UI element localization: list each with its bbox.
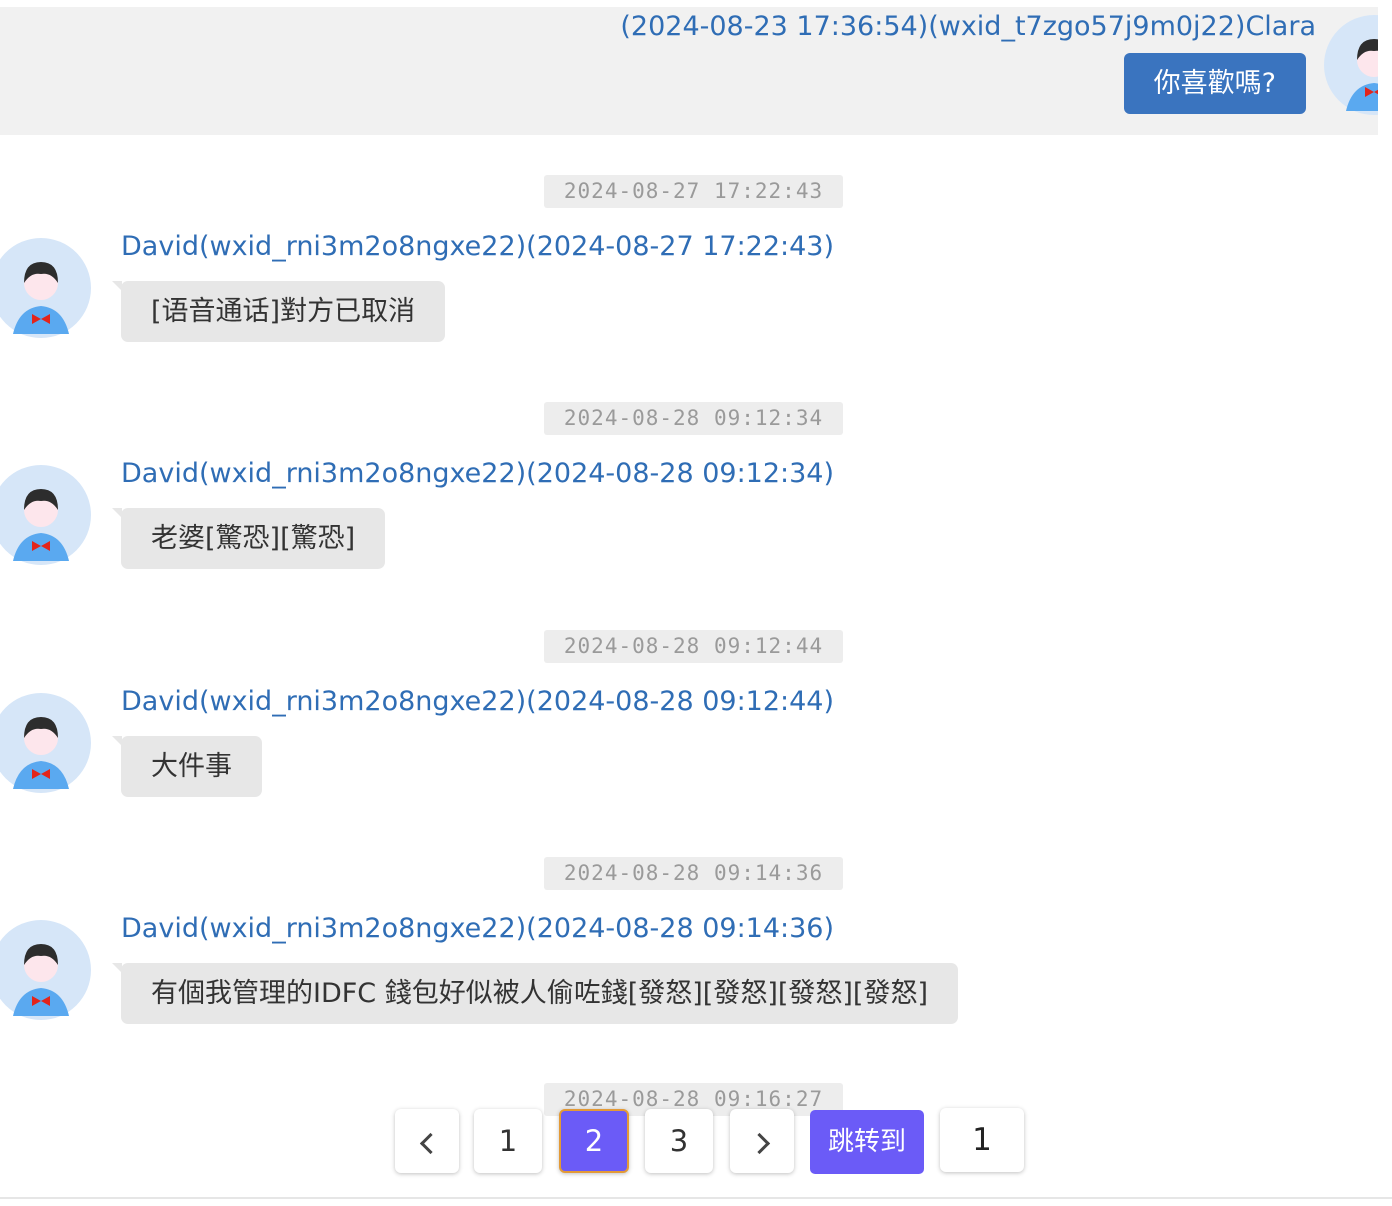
user-avatar-icon [0,238,91,338]
message-bubble: 大件事 [112,736,262,797]
self-message-bubble: 你喜歡嗎? [1123,53,1306,114]
user-avatar-icon [0,920,91,1020]
message-sender: David(wxid_rni3m2o8ngxe22)(2024-08-28 09… [121,686,835,717]
message-sender: David(wxid_rni3m2o8ngxe22)(2024-08-28 09… [121,913,835,944]
user-avatar-icon [1324,15,1378,115]
page-button-2-active[interactable]: 2 [559,1109,629,1173]
prev-page-button[interactable] [395,1109,459,1173]
user-avatar-icon [0,465,91,565]
divider [0,1197,1392,1199]
message-timestamp: 2024-08-27 17:22:43 [544,175,843,208]
message-bubble: 老婆[驚恐][驚恐] [111,508,386,569]
next-page-button[interactable] [730,1109,794,1173]
jump-page-input[interactable]: 1 [940,1108,1024,1172]
message-sender: David(wxid_rni3m2o8ngxe22)(2024-08-27 17… [121,231,835,262]
page-button-1[interactable]: 1 [474,1109,542,1173]
page-button-3[interactable]: 3 [645,1109,713,1173]
chevron-right-icon [748,1132,770,1155]
message-bubble: [语音通话]對方已取消 [111,281,446,342]
message-sender: David(wxid_rni3m2o8ngxe22)(2024-08-28 09… [121,458,835,489]
chevron-left-icon [419,1132,441,1155]
jump-to-page-button[interactable]: 跳转到 [810,1110,924,1174]
chat-history: (2024-08-23 17:36:54)(wxid_t7zgo57j9m0j2… [0,0,1378,1206]
user-avatar-icon [0,693,91,793]
message-timestamp: 2024-08-28 09:12:34 [544,402,843,435]
scrollbar[interactable] [1378,0,1392,1198]
self-message-meta: (2024-08-23 17:36:54)(wxid_t7zgo57j9m0j2… [620,11,1316,42]
pagination: 1 2 3 跳转到 1 [0,1100,1378,1196]
self-message-row: (2024-08-23 17:36:54)(wxid_t7zgo57j9m0j2… [0,7,1378,135]
message-bubble: 有個我管理的IDFC 錢包好似被人偷咗錢[發怒][發怒][發怒][發怒] [112,963,958,1024]
message-timestamp: 2024-08-28 09:14:36 [544,857,843,890]
message-timestamp: 2024-08-28 09:12:44 [544,630,843,663]
